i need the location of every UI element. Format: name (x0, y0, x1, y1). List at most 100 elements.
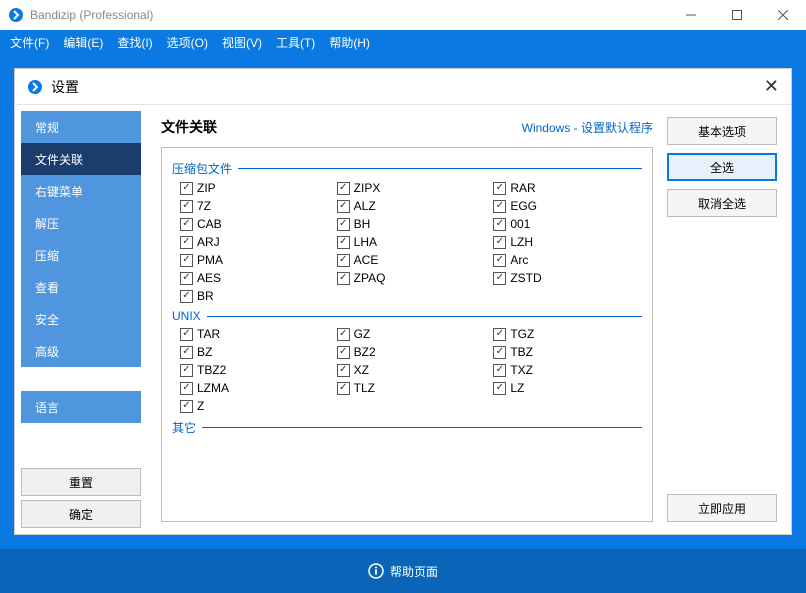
apply-button[interactable]: 立即应用 (667, 494, 777, 522)
checkbox-label: TGZ (510, 327, 534, 341)
checkbox-icon (337, 382, 350, 395)
checkbox-item[interactable]: Z (180, 399, 329, 413)
menu-edit[interactable]: 编辑(E) (63, 34, 103, 51)
menu-find[interactable]: 查找(I) (117, 34, 152, 51)
menu-tools[interactable]: 工具(T) (276, 34, 315, 51)
checkbox-item[interactable]: ALZ (337, 199, 486, 213)
checkbox-icon (493, 254, 506, 267)
checkbox-item[interactable]: 7Z (180, 199, 329, 213)
checkbox-icon (180, 364, 193, 377)
checkbox-item[interactable]: EGG (493, 199, 642, 213)
checkbox-label: LZMA (197, 381, 229, 395)
ok-button[interactable]: 确定 (21, 500, 141, 528)
main-area: 设置 ✕ 常规文件关联右键菜单解压压缩查看安全高级语言 重置 确定 文件关联 W… (0, 54, 806, 549)
menu-view[interactable]: 视图(V) (222, 34, 262, 51)
sidebar-item[interactable]: 安全 (21, 303, 141, 335)
checkbox-item[interactable]: BH (337, 217, 486, 231)
right-column: 基本选项 全选 取消全选 立即应用 (667, 117, 777, 522)
menu-options[interactable]: 选项(O) (167, 34, 208, 51)
dialog-close-button[interactable]: ✕ (764, 76, 779, 97)
checkbox-label: BH (354, 217, 371, 231)
sidebar-item[interactable]: 文件关联 (21, 143, 141, 175)
sidebar-item[interactable]: 高级 (21, 335, 141, 367)
checkbox-label: ZSTD (510, 271, 541, 285)
checkbox-label: Z (197, 399, 204, 413)
checkbox-icon (180, 290, 193, 303)
checkbox-icon (493, 272, 506, 285)
reset-button[interactable]: 重置 (21, 468, 141, 496)
file-assoc-list[interactable]: 压缩包文件 ZIP ZIPX RAR 7Z ALZ EGG CAB BH 001 ARJ LHA LZH… (161, 147, 653, 522)
checkbox-item[interactable]: CAB (180, 217, 329, 231)
footer[interactable]: 帮助页面 (0, 549, 806, 593)
windows-default-link[interactable]: Windows - 设置默认程序 (522, 119, 653, 136)
checkbox-label: BZ (197, 345, 212, 359)
checkbox-label: ARJ (197, 235, 220, 249)
checkbox-item[interactable]: Arc (493, 253, 642, 267)
checkbox-item[interactable]: RAR (493, 181, 642, 195)
checkbox-icon (180, 272, 193, 285)
checkbox-item[interactable]: ACE (337, 253, 486, 267)
checkbox-item[interactable]: 001 (493, 217, 642, 231)
deselect-all-button[interactable]: 取消全选 (667, 189, 777, 217)
sidebar-item[interactable]: 语言 (21, 391, 141, 423)
group-label: UNIX (172, 309, 642, 323)
checkbox-item[interactable]: GZ (337, 327, 486, 341)
checkbox-item[interactable]: ZIP (180, 181, 329, 195)
maximize-button[interactable] (714, 0, 760, 30)
minimize-button[interactable] (668, 0, 714, 30)
menu-file[interactable]: 文件(F) (10, 34, 49, 51)
checkbox-item[interactable]: TBZ2 (180, 363, 329, 377)
checkbox-label: RAR (510, 181, 535, 195)
select-all-button[interactable]: 全选 (667, 153, 777, 181)
checkbox-icon (493, 182, 506, 195)
checkbox-item[interactable]: PMA (180, 253, 329, 267)
settings-dialog: 设置 ✕ 常规文件关联右键菜单解压压缩查看安全高级语言 重置 确定 文件关联 W… (14, 68, 792, 535)
checkbox-label: LZ (510, 381, 524, 395)
checkbox-label: BZ2 (354, 345, 376, 359)
sidebar-item[interactable]: 压缩 (21, 239, 141, 271)
checkbox-item[interactable]: BZ (180, 345, 329, 359)
info-icon (368, 563, 384, 579)
checkbox-label: Arc (510, 253, 528, 267)
checkbox-item[interactable]: TXZ (493, 363, 642, 377)
checkbox-item[interactable]: TBZ (493, 345, 642, 359)
sidebar-item[interactable]: 右键菜单 (21, 175, 141, 207)
checkbox-item[interactable]: LZ (493, 381, 642, 395)
checkbox-label: TXZ (510, 363, 533, 377)
group-label: 压缩包文件 (172, 160, 642, 177)
checkbox-item[interactable]: TGZ (493, 327, 642, 341)
checkbox-item[interactable]: AES (180, 271, 329, 285)
checkbox-item[interactable]: BR (180, 289, 329, 303)
footer-text: 帮助页面 (390, 563, 438, 580)
menu-help[interactable]: 帮助(H) (329, 34, 370, 51)
checkbox-icon (180, 382, 193, 395)
checkbox-item[interactable]: ARJ (180, 235, 329, 249)
checkbox-item[interactable]: TAR (180, 327, 329, 341)
close-button[interactable] (760, 0, 806, 30)
sidebar: 常规文件关联右键菜单解压压缩查看安全高级语言 重置 确定 (15, 105, 147, 534)
checkbox-item[interactable]: ZPAQ (337, 271, 486, 285)
checkbox-label: TLZ (354, 381, 375, 395)
checkbox-label: ACE (354, 253, 379, 267)
sidebar-item[interactable]: 解压 (21, 207, 141, 239)
group-label: 其它 (172, 419, 642, 436)
checkbox-item[interactable]: XZ (337, 363, 486, 377)
checkbox-item[interactable]: BZ2 (337, 345, 486, 359)
sidebar-item[interactable]: 常规 (21, 111, 141, 143)
checkbox-icon (180, 328, 193, 341)
dialog-body: 常规文件关联右键菜单解压压缩查看安全高级语言 重置 确定 文件关联 Window… (15, 105, 791, 534)
checkbox-item[interactable]: ZSTD (493, 271, 642, 285)
checkbox-item[interactable]: TLZ (337, 381, 486, 395)
sidebar-item[interactable]: 查看 (21, 271, 141, 303)
checkbox-item[interactable]: ZIPX (337, 181, 486, 195)
checkbox-item[interactable]: LZH (493, 235, 642, 249)
checkbox-label: 001 (510, 217, 530, 231)
window-title: Bandizip (Professional) (30, 8, 668, 22)
checkbox-item[interactable]: LHA (337, 235, 486, 249)
checkbox-label: PMA (197, 253, 223, 267)
basic-options-button[interactable]: 基本选项 (667, 117, 777, 145)
checkbox-icon (180, 400, 193, 413)
checkbox-icon (337, 254, 350, 267)
checkbox-item[interactable]: LZMA (180, 381, 329, 395)
checkbox-label: TBZ2 (197, 363, 226, 377)
